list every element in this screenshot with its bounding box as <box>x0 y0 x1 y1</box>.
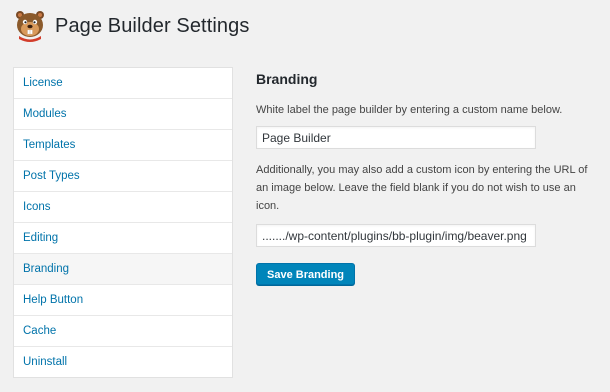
save-branding-button[interactable]: Save Branding <box>256 263 356 285</box>
sidebar-item-templates[interactable]: Templates <box>14 130 232 161</box>
sidebar-item-editing[interactable]: Editing <box>14 223 232 254</box>
page-header: Page Builder Settings <box>12 8 249 44</box>
sidebar-item-license[interactable]: License <box>14 68 232 99</box>
branding-panel: Branding White label the page builder by… <box>256 67 600 285</box>
sidebar-item-cache[interactable]: Cache <box>14 316 232 347</box>
branding-name-input[interactable] <box>256 126 536 149</box>
page-title: Page Builder Settings <box>55 14 250 37</box>
name-description: White label the page builder by entering… <box>256 104 563 116</box>
section-title: Branding <box>256 71 318 87</box>
sidebar-item-help-button[interactable]: Help Button <box>14 285 232 316</box>
sidebar-item-post-types[interactable]: Post Types <box>14 161 232 192</box>
sidebar-item-modules[interactable]: Modules <box>14 99 232 130</box>
sidebar-item-uninstall[interactable]: Uninstall <box>14 347 232 377</box>
sidebar-item-branding[interactable]: Branding <box>14 254 232 285</box>
settings-sidebar: License Modules Templates Post Types Ico… <box>13 67 233 378</box>
beaver-logo-icon <box>12 8 48 44</box>
icon-description: Additionally, you may also add a custom … <box>256 164 588 212</box>
branding-icon-url-input[interactable] <box>256 224 536 247</box>
sidebar-item-icons[interactable]: Icons <box>14 192 232 223</box>
